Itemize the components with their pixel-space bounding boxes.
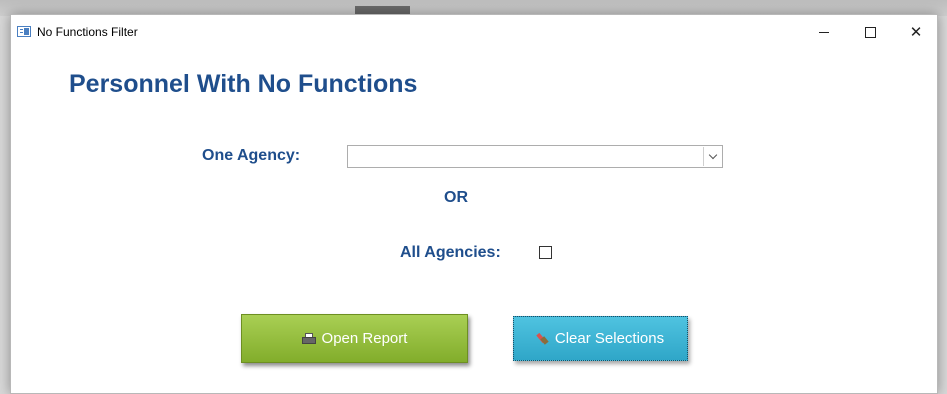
minimize-button[interactable] — [801, 15, 847, 49]
clear-selections-button[interactable]: Clear Selections — [513, 316, 688, 361]
title-bar[interactable]: No Functions Filter ✕ — [11, 15, 937, 49]
agency-combobox[interactable] — [347, 145, 723, 168]
dropdown-button[interactable] — [703, 147, 721, 166]
clear-selections-label: Clear Selections — [554, 330, 665, 347]
maximize-icon — [864, 26, 876, 38]
form-icon — [17, 26, 31, 37]
window-title: No Functions Filter — [37, 25, 138, 39]
close-button[interactable]: ✕ — [893, 15, 939, 49]
background-shade — [355, 6, 410, 14]
page-title: Personnel With No Functions — [69, 70, 418, 98]
open-report-button[interactable]: Open Report — [241, 314, 468, 363]
open-report-label: Open Report — [321, 330, 408, 347]
chevron-down-icon — [708, 150, 717, 160]
minimize-icon — [819, 31, 829, 33]
close-icon: ✕ — [909, 23, 923, 41]
printer-icon — [301, 332, 316, 345]
all-agencies-checkbox[interactable] — [539, 246, 552, 259]
maximize-button[interactable] — [847, 15, 893, 49]
all-agencies-label: All Agencies: — [400, 244, 501, 261]
agency-label: One Agency: — [202, 147, 301, 164]
form-window: No Functions Filter ✕ Personnel With No … — [10, 14, 938, 394]
or-label: OR — [444, 189, 468, 206]
eraser-icon — [537, 333, 549, 345]
